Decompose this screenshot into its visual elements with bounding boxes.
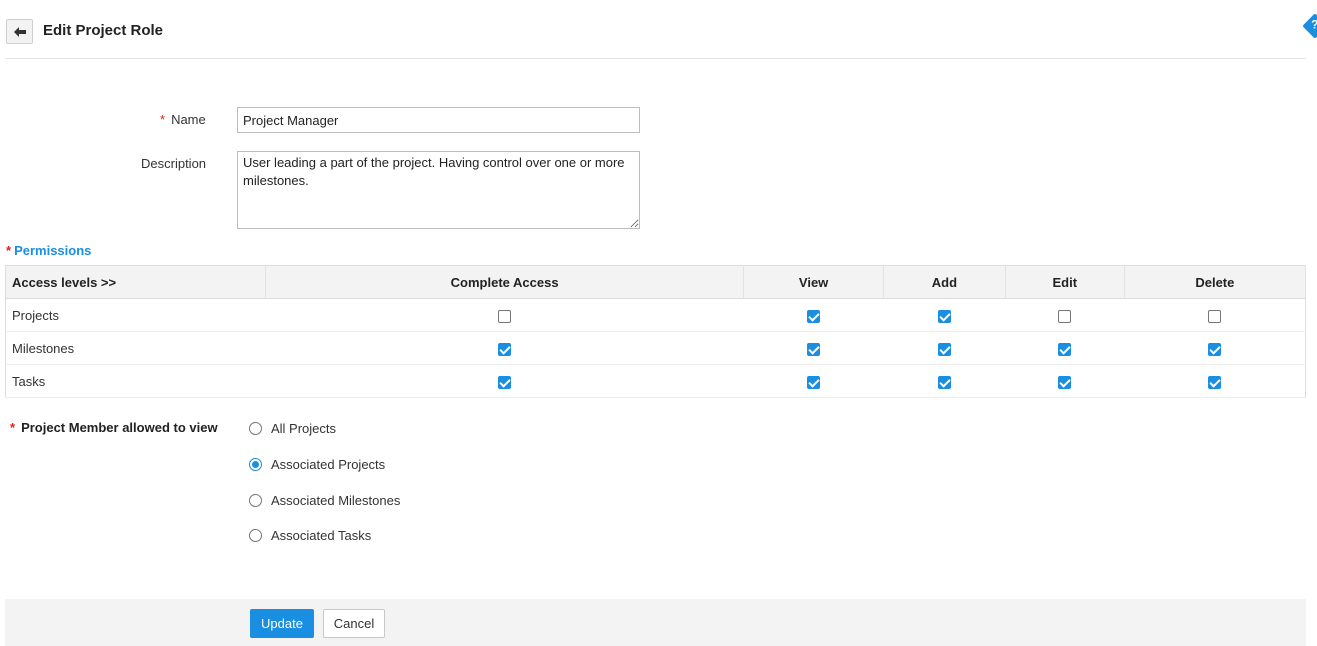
table-row: Projects [5,298,1306,332]
permission-checkbox[interactable] [1208,342,1222,356]
required-mark: * [10,420,16,435]
radio-button[interactable] [249,528,262,542]
permission-checkbox[interactable] [498,342,512,356]
permission-checkbox[interactable] [498,309,512,323]
name-label: * Name [160,112,206,127]
permission-checkbox[interactable] [1058,309,1072,323]
permission-checkbox[interactable] [937,375,951,389]
permission-checkbox[interactable] [1058,342,1072,356]
back-button[interactable] [6,19,33,44]
permission-checkbox[interactable] [1208,375,1222,389]
permission-cell [883,298,1006,332]
help-glyph: ? [1311,17,1317,32]
column-header: View [743,265,884,299]
permission-cell [265,298,744,332]
name-input[interactable] [237,107,640,133]
project-member-label: * Project Member allowed to view [10,420,218,435]
radio-label: Associated Projects [271,456,386,472]
radio-option[interactable]: Associated Tasks [249,526,371,544]
radio-button[interactable] [249,421,262,435]
required-mark: * [160,112,166,127]
radio-button[interactable] [249,493,262,507]
description-label: Description [141,156,207,171]
permission-cell [1005,298,1125,332]
arrow-left-icon [13,26,26,37]
row-label: Milestones [5,331,266,365]
permission-checkbox[interactable] [937,309,951,323]
permission-cell [743,331,884,365]
permission-cell [265,364,744,398]
permission-checkbox[interactable] [937,342,951,356]
permission-cell [265,331,744,365]
page-header: Edit Project Role ? [0,0,1317,60]
permission-cell [1005,331,1125,365]
column-header: Add [883,265,1006,299]
permission-cell [1124,331,1306,365]
project-member-label-text: Project Member allowed to view [21,420,218,435]
permission-cell [1005,364,1125,398]
radio-button[interactable] [249,457,262,471]
radio-option[interactable]: Associated Milestones [249,491,400,509]
permission-checkbox[interactable] [1208,309,1222,323]
table-row: Tasks [5,364,1306,398]
permissions-table: Access levels >> Complete Access View Ad… [5,265,1307,398]
radio-option[interactable]: All Projects [249,419,336,437]
radio-label: Associated Tasks [271,527,372,543]
permission-cell [883,331,1006,365]
radio-label: Associated Milestones [271,492,401,508]
permissions-header-row: Access levels >> Complete Access View Ad… [5,265,1307,299]
column-header: Access levels >> [5,265,266,299]
header-divider [5,58,1306,59]
permission-cell [883,364,1006,398]
permissions-title: * Permissions [6,243,91,258]
permission-cell [1124,364,1306,398]
name-label-text: Name [171,112,206,127]
permission-cell [1124,298,1306,332]
table-row: Milestones [5,331,1306,365]
radio-label: All Projects [271,420,337,436]
required-mark: * [6,243,12,258]
column-header: Complete Access [265,265,745,299]
cancel-button[interactable]: Cancel [323,609,385,638]
permissions-title-text: Permissions [14,243,92,258]
page-title: Edit Project Role [43,22,164,39]
description-textarea[interactable]: User leading a part of the project. Havi… [237,151,640,229]
permission-checkbox[interactable] [807,342,821,356]
permission-checkbox[interactable] [1058,375,1072,389]
update-button[interactable]: Update [250,609,314,638]
permission-checkbox[interactable] [498,375,512,389]
help-icon[interactable]: ? [1302,13,1317,39]
row-label: Projects [5,298,266,332]
row-label: Tasks [5,364,266,398]
permission-cell [743,298,884,332]
permission-checkbox[interactable] [807,375,821,389]
permission-cell [743,364,884,398]
permission-checkbox[interactable] [807,309,821,323]
column-header: Edit [1005,265,1125,299]
column-header: Delete [1124,265,1307,299]
form-footer [5,599,1306,646]
radio-option[interactable]: Associated Projects [249,455,385,473]
